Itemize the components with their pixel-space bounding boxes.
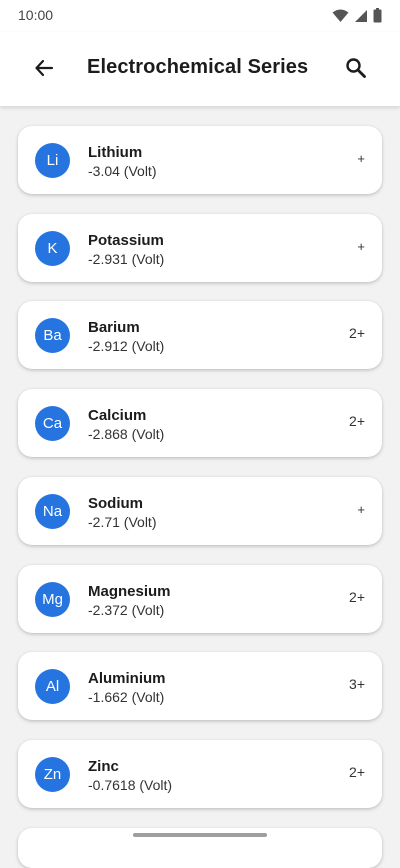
element-potential: -0.7618 (Volt) [88, 777, 173, 793]
arrow-back-icon [34, 58, 54, 83]
element-avatar: Zn [35, 757, 70, 792]
element-avatar: Ba [35, 318, 70, 353]
list-item[interactable]: Ca Calcium -2.868 (Volt) 2+ [18, 389, 382, 457]
status-icons [332, 8, 382, 28]
element-charge: + [357, 502, 365, 517]
element-potential: -2.372 (Volt) [88, 602, 165, 618]
list-item[interactable]: Mg Magnesium -2.372 (Volt) 2+ [18, 565, 382, 633]
element-potential: -2.868 (Volt) [88, 426, 165, 442]
element-name: Zinc [88, 758, 119, 775]
element-avatar: Li [35, 143, 70, 178]
status-time: 10:00 [18, 7, 54, 23]
list-item[interactable]: Zn Zinc -0.7618 (Volt) 2+ [18, 740, 382, 808]
element-charge: 2+ [349, 589, 365, 605]
list-item[interactable]: Ba Barium -2.912 (Volt) 2+ [18, 301, 382, 369]
element-charge: 2+ [349, 413, 365, 429]
app-bar: Electrochemical Series [0, 32, 400, 106]
battery-icon [373, 8, 382, 28]
element-potential: -1.662 (Volt) [88, 689, 165, 705]
element-avatar: K [35, 231, 70, 266]
home-indicator[interactable] [133, 833, 267, 837]
element-charge: + [357, 151, 365, 166]
list-item[interactable]: Li Lithium -3.04 (Volt) + [18, 126, 382, 194]
element-charge: 2+ [349, 325, 365, 341]
status-bar: 10:00 [0, 0, 400, 32]
back-button[interactable] [28, 54, 60, 86]
element-name: Lithium [88, 144, 143, 161]
element-name: Calcium [88, 407, 147, 424]
element-charge: 2+ [349, 764, 365, 780]
search-button[interactable] [340, 54, 372, 86]
element-potential: -3.04 (Volt) [88, 163, 157, 179]
element-avatar: Ca [35, 406, 70, 441]
element-avatar: Al [35, 669, 70, 704]
element-name: Potassium [88, 232, 164, 249]
element-name: Magnesium [88, 583, 171, 600]
list-item[interactable]: Na Sodium -2.71 (Volt) + [18, 477, 382, 545]
list-item[interactable]: Al Aluminium -1.662 (Volt) 3+ [18, 652, 382, 720]
element-potential: -2.912 (Volt) [88, 338, 165, 354]
wifi-icon [332, 9, 349, 28]
element-charge: + [357, 239, 365, 254]
element-potential: -2.71 (Volt) [88, 514, 157, 530]
page-title: Electrochemical Series [87, 56, 309, 78]
list-item[interactable]: K Potassium -2.931 (Volt) + [18, 214, 382, 282]
element-avatar: Na [35, 494, 70, 529]
element-charge: 3+ [349, 676, 365, 692]
element-name: Barium [88, 319, 140, 336]
element-name: Aluminium [88, 670, 166, 687]
element-name: Sodium [88, 495, 143, 512]
element-potential: -2.931 (Volt) [88, 251, 165, 267]
search-icon [345, 57, 367, 84]
signal-icon [354, 9, 368, 28]
element-avatar: Mg [35, 582, 70, 617]
